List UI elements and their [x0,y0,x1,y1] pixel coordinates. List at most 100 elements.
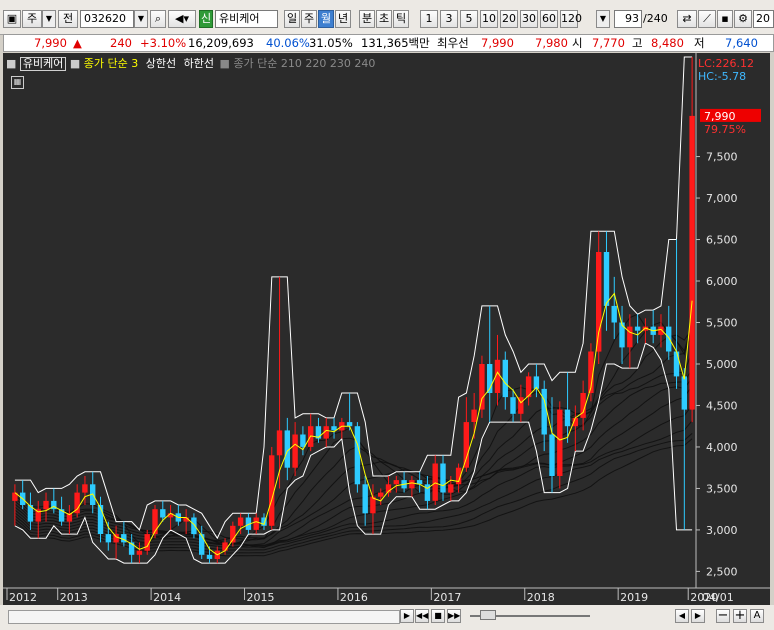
candle-body [378,492,384,497]
candle-body [362,484,368,514]
candle-body [689,115,695,410]
minute-tab-0[interactable]: 분 [359,10,375,28]
zoom-slider-thumb[interactable] [480,610,496,620]
search-icon[interactable]: ⌕ [150,10,166,28]
interval-button-3[interactable]: 10 [480,10,498,28]
candle-body [432,463,438,501]
x-tick-label: 2018 [527,591,555,604]
market-type-button[interactable]: 전 [58,10,78,28]
y-tick-label: 3,000 [706,524,738,537]
price-chart[interactable]: 2,500 3,000 3,500 4,000 4,500 5,000 5,500 6,000… [3,53,770,605]
y-tick-label: 6,500 [706,234,738,247]
last-price-label: 7,990 [704,110,736,123]
candle-body [666,326,672,352]
candle-body [82,484,88,493]
stock-code-input[interactable]: 032620 [80,10,134,28]
legend-long-ma[interactable]: 종가 단순 210 220 230 240 [233,57,375,70]
legend-ma[interactable]: 종가 단순 3 [84,57,138,70]
gear-icon[interactable]: ⚙ [734,10,752,28]
scroll-left-icon[interactable]: ◀ [675,609,689,623]
first-icon[interactable]: ◀◀ [415,609,429,623]
y-tick-label: 2,500 [706,565,738,578]
grid-icon[interactable]: ▦ [11,76,24,89]
candle-body [479,364,485,410]
last-icon[interactable]: ▶▶ [447,609,461,623]
candle-body [557,409,563,476]
candle-body [43,500,49,510]
legend-lower-band[interactable]: 하한선 [184,57,214,70]
minute-tab-2[interactable]: 틱 [393,10,409,28]
candle-body [502,359,508,398]
trade-amount: 131,365백만 [361,36,430,50]
sound-icon[interactable]: ◀▾ [168,10,196,28]
candle-body [354,426,361,485]
interval-button-4[interactable]: 20 [500,10,518,28]
interval-button-0[interactable]: 1 [420,10,438,28]
legend-upper-band[interactable]: 상한선 [146,57,176,70]
interval-button-5[interactable]: 30 [520,10,538,28]
candle-body [596,252,602,352]
up-arrow-icon: ▲ [73,36,82,50]
high-label: 고 [632,36,643,50]
high-price: 8,480 [651,36,684,50]
zoom-in-icon[interactable]: + [733,609,747,623]
market-select[interactable]: 주 [22,10,42,28]
auto-scale-icon[interactable]: A [750,609,764,623]
x-end-label: 04/01 [702,591,734,604]
y-tick-label: 3,500 [706,482,738,495]
horizontal-scrollbar[interactable] [8,610,400,624]
low-label: 저 [694,36,705,50]
period-tab-3[interactable]: 년 [335,10,351,28]
candle-body [199,534,205,555]
scroll-right-small-icon[interactable]: ▶ [691,609,705,623]
low-price: 7,640 [725,36,758,50]
x-tick-label: 2019 [620,591,648,604]
candle-body [448,484,454,493]
compare-icon[interactable]: ⇄ [677,10,697,28]
legend-bullet-icon: ■ [6,57,17,70]
chart-layout-icon[interactable]: ▣ [3,10,21,28]
period-tab-2[interactable]: 월 [318,10,334,28]
right-field[interactable]: 20 [753,10,774,28]
legend-bullet-icon: ■ [219,57,230,70]
period-tab-1[interactable]: 주 [301,10,317,28]
save-icon[interactable]: ▪ [717,10,733,28]
stock-code-dropdown-icon[interactable]: ▼ [134,10,148,28]
legend-stock-name[interactable]: 유비케어 [19,57,67,71]
period-tab-0[interactable]: 일 [284,10,300,28]
minute-tab-1[interactable]: 초 [376,10,392,28]
market-dropdown-icon[interactable]: ▼ [42,10,56,28]
interval-button-2[interactable]: 5 [460,10,478,28]
chart-canvas[interactable]: 2,500 3,000 3,500 4,000 4,500 5,000 5,500 6,000… [3,53,770,605]
volume-ratio: 40.06% [266,36,310,50]
y-tick-label: 4,000 [706,441,738,454]
stock-name-field[interactable]: 유비케어 [215,10,278,28]
candle-body [136,550,143,555]
bid-label: 최우선 [437,36,469,50]
stop-icon[interactable]: ■ [431,609,445,623]
interval-dropdown-icon[interactable]: ▼ [596,10,610,28]
candle-body [113,534,119,543]
new-listing-badge: 신 [199,10,213,28]
y-tick-label: 6,000 [706,275,738,288]
candle-body [292,434,298,468]
chart-legend: ■ 유비케어 ■ 종가 단순 3 상한선 하한선 ■ 종가 단순 210 220… [6,57,375,71]
candle-body [681,376,687,410]
interval-button-1[interactable]: 3 [440,10,458,28]
bar-count-input[interactable]: 93 [614,10,642,28]
candle-body [463,422,469,468]
bar-total-label: /240 [643,12,668,25]
y-tick-label: 7,000 [706,192,738,205]
y-tick-label: 4,500 [706,399,738,412]
turnover: 31.05% [309,36,353,50]
candle-body [611,305,617,323]
interval-button-7[interactable]: 120 [560,10,582,28]
scroll-right-icon[interactable]: ▶ [400,609,414,623]
line-draw-icon[interactable]: ⟋ [698,10,716,28]
x-tick-label: 2012 [9,591,37,604]
candle-body [206,554,213,559]
interval-button-6[interactable]: 60 [540,10,558,28]
zoom-out-icon[interactable]: − [716,609,730,623]
candle-body [253,517,259,530]
candle-body [269,455,275,526]
